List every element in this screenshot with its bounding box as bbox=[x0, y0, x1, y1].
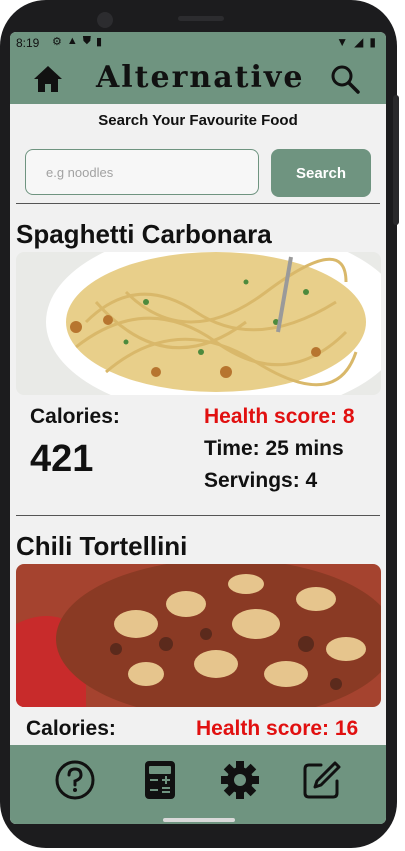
calories-label: Calories: bbox=[30, 405, 120, 428]
home-icon[interactable] bbox=[32, 64, 64, 94]
status-bar: 8:19 ⚙ ▲ ⛊ ▮ ▼ ◢ ▮ bbox=[10, 32, 386, 54]
cook-time: Time: 25 mins bbox=[204, 437, 344, 460]
search-heading: Search Your Favourite Food bbox=[98, 112, 298, 129]
servings: Servings: 4 bbox=[204, 469, 318, 492]
wifi-icon: ▼ bbox=[336, 35, 349, 49]
app-screen: 8:19 ⚙ ▲ ⛊ ▮ ▼ ◢ ▮ Alternative Search Yo… bbox=[10, 32, 386, 824]
battery-icon: ▮ bbox=[369, 35, 376, 49]
calculator-icon[interactable] bbox=[139, 759, 181, 801]
gear-icon: ⚙ bbox=[52, 36, 62, 48]
help-icon[interactable] bbox=[54, 759, 96, 801]
search-row: Search bbox=[25, 149, 373, 197]
search-input[interactable] bbox=[25, 149, 259, 195]
calories-value: 421 bbox=[30, 438, 94, 480]
play-shield-icon: ⛊ bbox=[82, 35, 92, 47]
bottom-nav bbox=[10, 745, 386, 824]
recipe-title[interactable]: Spaghetti Carbonara bbox=[16, 219, 272, 250]
app-title: Alternative bbox=[96, 60, 305, 95]
edit-icon[interactable] bbox=[301, 759, 343, 801]
divider bbox=[16, 203, 380, 204]
status-time: 8:19 bbox=[16, 36, 40, 50]
search-icon[interactable] bbox=[330, 64, 360, 94]
search-button[interactable]: Search bbox=[271, 149, 371, 197]
app-bar: Alternative bbox=[10, 54, 386, 104]
earpiece-speaker bbox=[178, 16, 224, 21]
recipe-image-carbonara[interactable] bbox=[16, 252, 381, 395]
home-indicator bbox=[163, 818, 235, 822]
signal-icon: ◢ bbox=[354, 35, 364, 49]
health-score: Health score: 16 bbox=[196, 717, 359, 740]
front-camera bbox=[97, 12, 113, 28]
phone-side-button bbox=[393, 95, 399, 225]
settings-icon[interactable] bbox=[219, 759, 261, 801]
divider bbox=[16, 515, 380, 516]
health-score: Health score: 8 bbox=[204, 405, 355, 428]
recipe-title[interactable]: Chili Tortellini bbox=[16, 531, 187, 562]
status-right-icons: ▼ ◢ ▮ bbox=[336, 35, 376, 49]
shield-icon: ▲ bbox=[66, 35, 78, 47]
status-left-icons: ⚙ ▲ ⛊ ▮ bbox=[52, 35, 102, 48]
sd-card-icon: ▮ bbox=[96, 36, 103, 48]
recipe-image-tortellini[interactable] bbox=[16, 564, 381, 707]
calories-label: Calories: bbox=[26, 717, 116, 740]
